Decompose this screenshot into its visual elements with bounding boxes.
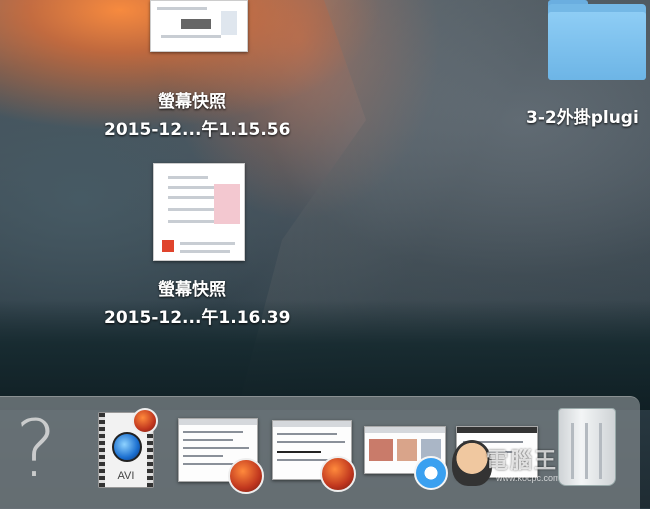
- rocket-badge-icon: [132, 408, 158, 434]
- file-name-line1: 螢幕快照: [158, 280, 226, 300]
- folder-name: 3-2外掛plugi: [526, 108, 639, 128]
- screenshot-thumbnail: [153, 163, 245, 261]
- wallpaper-forest: [0, 300, 650, 410]
- avi-label: AVI: [117, 470, 135, 482]
- rocket-badge-icon: [228, 458, 264, 494]
- file-name-line2: 2015-12...午1.15.56: [104, 120, 291, 140]
- quicktime-icon: [112, 432, 142, 462]
- unknown-app-question-icon[interactable]: ?: [10, 410, 62, 490]
- file-name-line2: 2015-12...午1.16.39: [104, 308, 291, 328]
- file-name-line1: 螢幕快照: [158, 92, 226, 112]
- screenshot-thumbnail: [150, 0, 248, 52]
- safari-icon: [414, 456, 448, 490]
- rocket-badge-icon: [320, 456, 356, 492]
- trash-icon[interactable]: [558, 408, 616, 486]
